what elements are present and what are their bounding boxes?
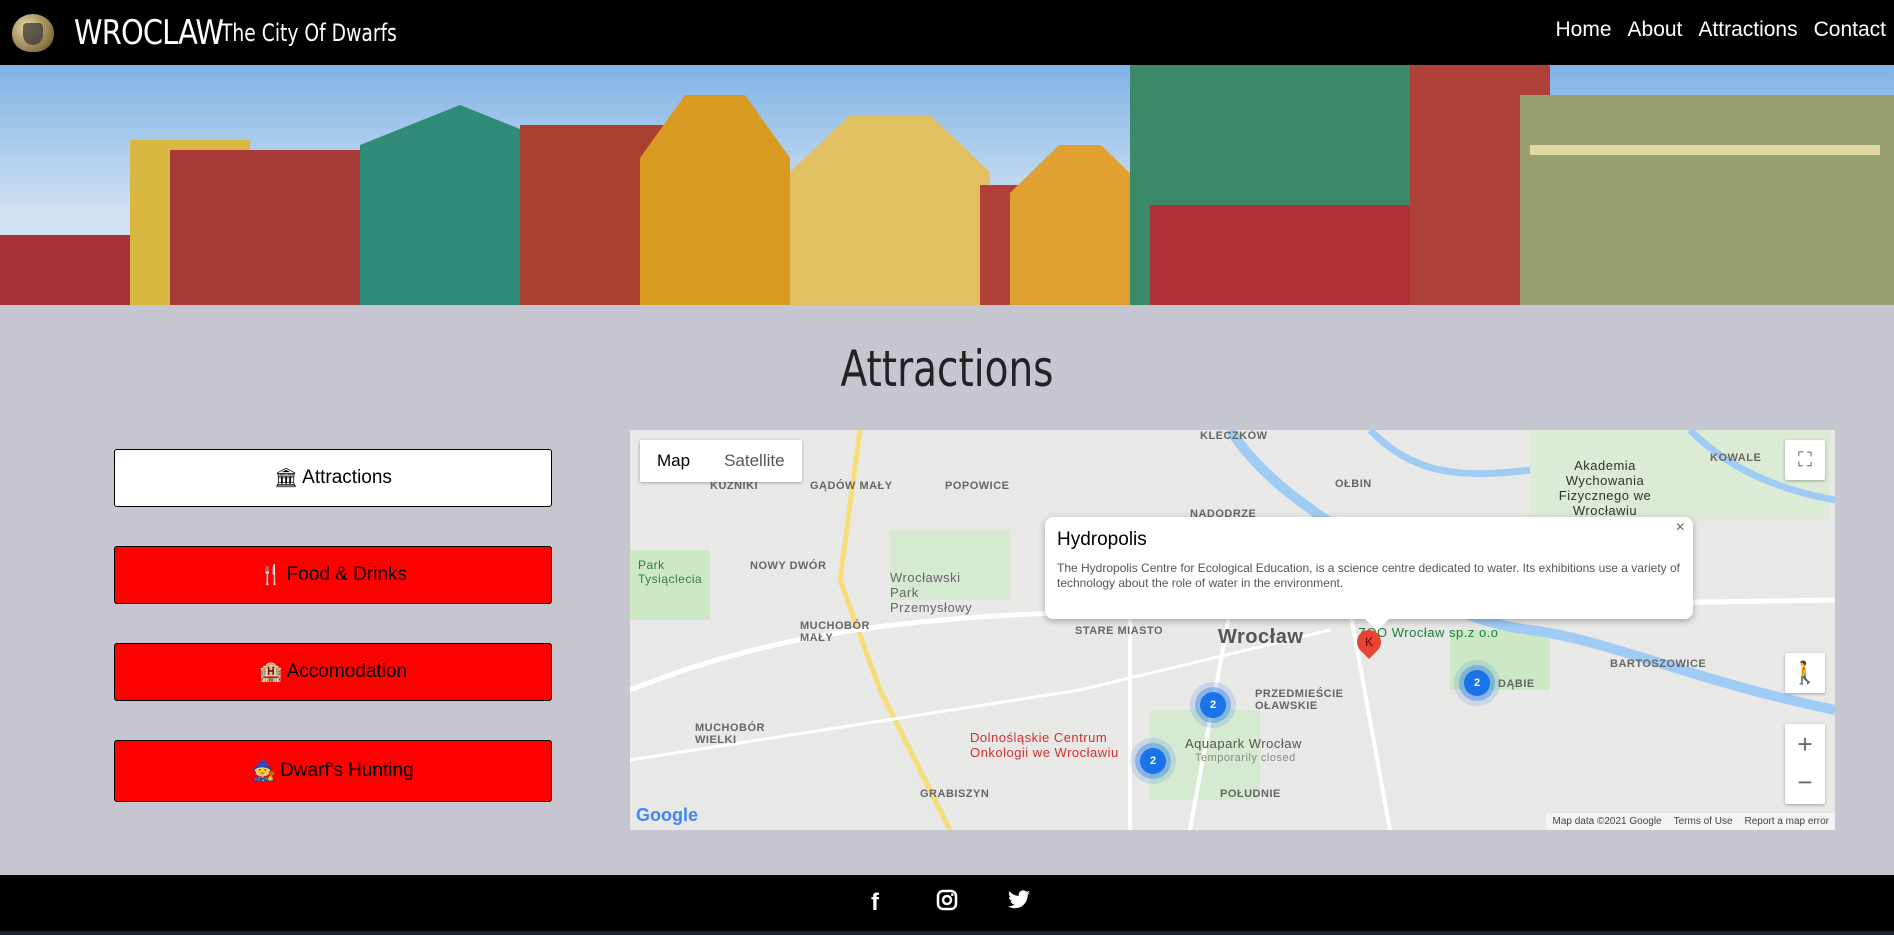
- map-label: Aquapark Wrocław: [1185, 736, 1302, 751]
- zoom-out-button[interactable]: −: [1797, 764, 1812, 804]
- report-map-error-link[interactable]: Report a map error: [1739, 813, 1835, 830]
- hotel-icon: 🏨: [258, 662, 283, 683]
- hero-image: [0, 65, 1894, 305]
- utensils-icon: 🍴: [258, 565, 283, 586]
- map-label: GRABISZYN: [920, 788, 990, 800]
- map-label: PRZEDMIEŚCIE OŁAWSKIE: [1255, 688, 1344, 712]
- nav-attractions[interactable]: Attractions: [1698, 18, 1797, 42]
- map-label: POPOWICE: [945, 480, 1010, 492]
- map-label: NOWY DWÓR: [750, 560, 827, 572]
- landmark-icon: 🏛: [274, 468, 299, 489]
- map-label: OŁBIN: [1335, 478, 1372, 490]
- button-label: Dwarf's Hunting: [280, 760, 414, 781]
- bottom-bar: [0, 931, 1894, 935]
- info-window: × Hydropolis The Hydropolis Centre for E…: [1045, 517, 1693, 631]
- map-label: STARE MIASTO: [1075, 625, 1164, 637]
- google-logo[interactable]: Google: [636, 805, 698, 826]
- fullscreen-icon[interactable]: ⛶: [1785, 440, 1825, 480]
- category-food-button[interactable]: 🍴 Food & Drinks: [114, 546, 552, 604]
- map-label: KOWALE: [1710, 452, 1762, 464]
- map-label: GĄDÓW MAŁY: [810, 480, 893, 492]
- instagram-icon[interactable]: [932, 889, 962, 918]
- map-label: MUCHOBÓR MAŁY: [800, 620, 870, 644]
- nav-about[interactable]: About: [1628, 18, 1683, 42]
- facebook-icon[interactable]: f: [860, 889, 890, 917]
- marker-cluster[interactable]: 2: [1140, 748, 1166, 774]
- dwarf-icon: 🧙: [252, 761, 277, 782]
- close-icon[interactable]: ×: [1676, 519, 1685, 537]
- zoom-in-button[interactable]: +: [1797, 724, 1812, 764]
- nav-home[interactable]: Home: [1555, 18, 1611, 42]
- map-label: Park Tysiąclecia: [638, 558, 703, 586]
- category-accomodation-button[interactable]: 🏨 Accomodation: [114, 643, 552, 701]
- marker-cluster[interactable]: 2: [1464, 670, 1490, 696]
- marker-cluster[interactable]: 2: [1200, 692, 1226, 718]
- logo-icon[interactable]: [12, 13, 54, 52]
- brand-tagline: The City Of Dwarfs: [221, 18, 398, 47]
- page-title: Attractions: [840, 340, 1054, 398]
- navbar: WROCLAW The City Of Dwarfs Home About At…: [0, 0, 1894, 65]
- map-label: Wrocławski Park Przemysłowy: [890, 570, 973, 615]
- map-type-satellite-button[interactable]: Satellite: [707, 440, 801, 482]
- map-type-map-button[interactable]: Map: [640, 440, 707, 482]
- brand-title[interactable]: WROCLAW: [74, 13, 224, 53]
- map-label: POŁUDNIE: [1220, 788, 1281, 800]
- footer: f: [0, 875, 1894, 931]
- map-data-attribution: Map data ©2021 Google: [1552, 816, 1662, 827]
- nav-contact[interactable]: Contact: [1814, 18, 1886, 42]
- button-label: Attractions: [302, 467, 392, 488]
- map-label: Temporarily closed: [1195, 752, 1296, 764]
- map-label: Wrocław: [1218, 626, 1304, 648]
- button-label: Accomodation: [286, 661, 408, 682]
- category-dwarf-button[interactable]: 🧙 Dwarf's Hunting: [114, 740, 552, 802]
- map-label: Dolnośląskie Centrum Onkologii we Wrocła…: [970, 730, 1119, 760]
- category-attractions-button[interactable]: 🏛 Attractions: [114, 449, 552, 507]
- button-label: Food & Drinks: [286, 564, 408, 585]
- street-view-pegman-icon[interactable]: 🚶: [1785, 653, 1825, 693]
- info-window-text: The Hydropolis Centre for Ecological Edu…: [1057, 561, 1680, 590]
- map-label: DĄBIE: [1498, 678, 1535, 690]
- map-label: BARTOSZOWICE: [1610, 658, 1707, 670]
- map-label: MUCHOBÓR WIELKI: [695, 722, 765, 746]
- twitter-icon[interactable]: [1004, 889, 1034, 917]
- google-map[interactable]: POPOWICE KLECZKÓW GĄDÓW MAŁY KUŹNIKI NOW…: [630, 430, 1835, 830]
- terms-of-use-link[interactable]: Terms of Use: [1668, 813, 1739, 830]
- map-label: Akademia Wychowania Fizycznego we Wrocła…: [1558, 458, 1652, 518]
- map-label: KLECZKÓW: [1200, 430, 1268, 442]
- info-window-title: Hydropolis: [1057, 529, 1147, 550]
